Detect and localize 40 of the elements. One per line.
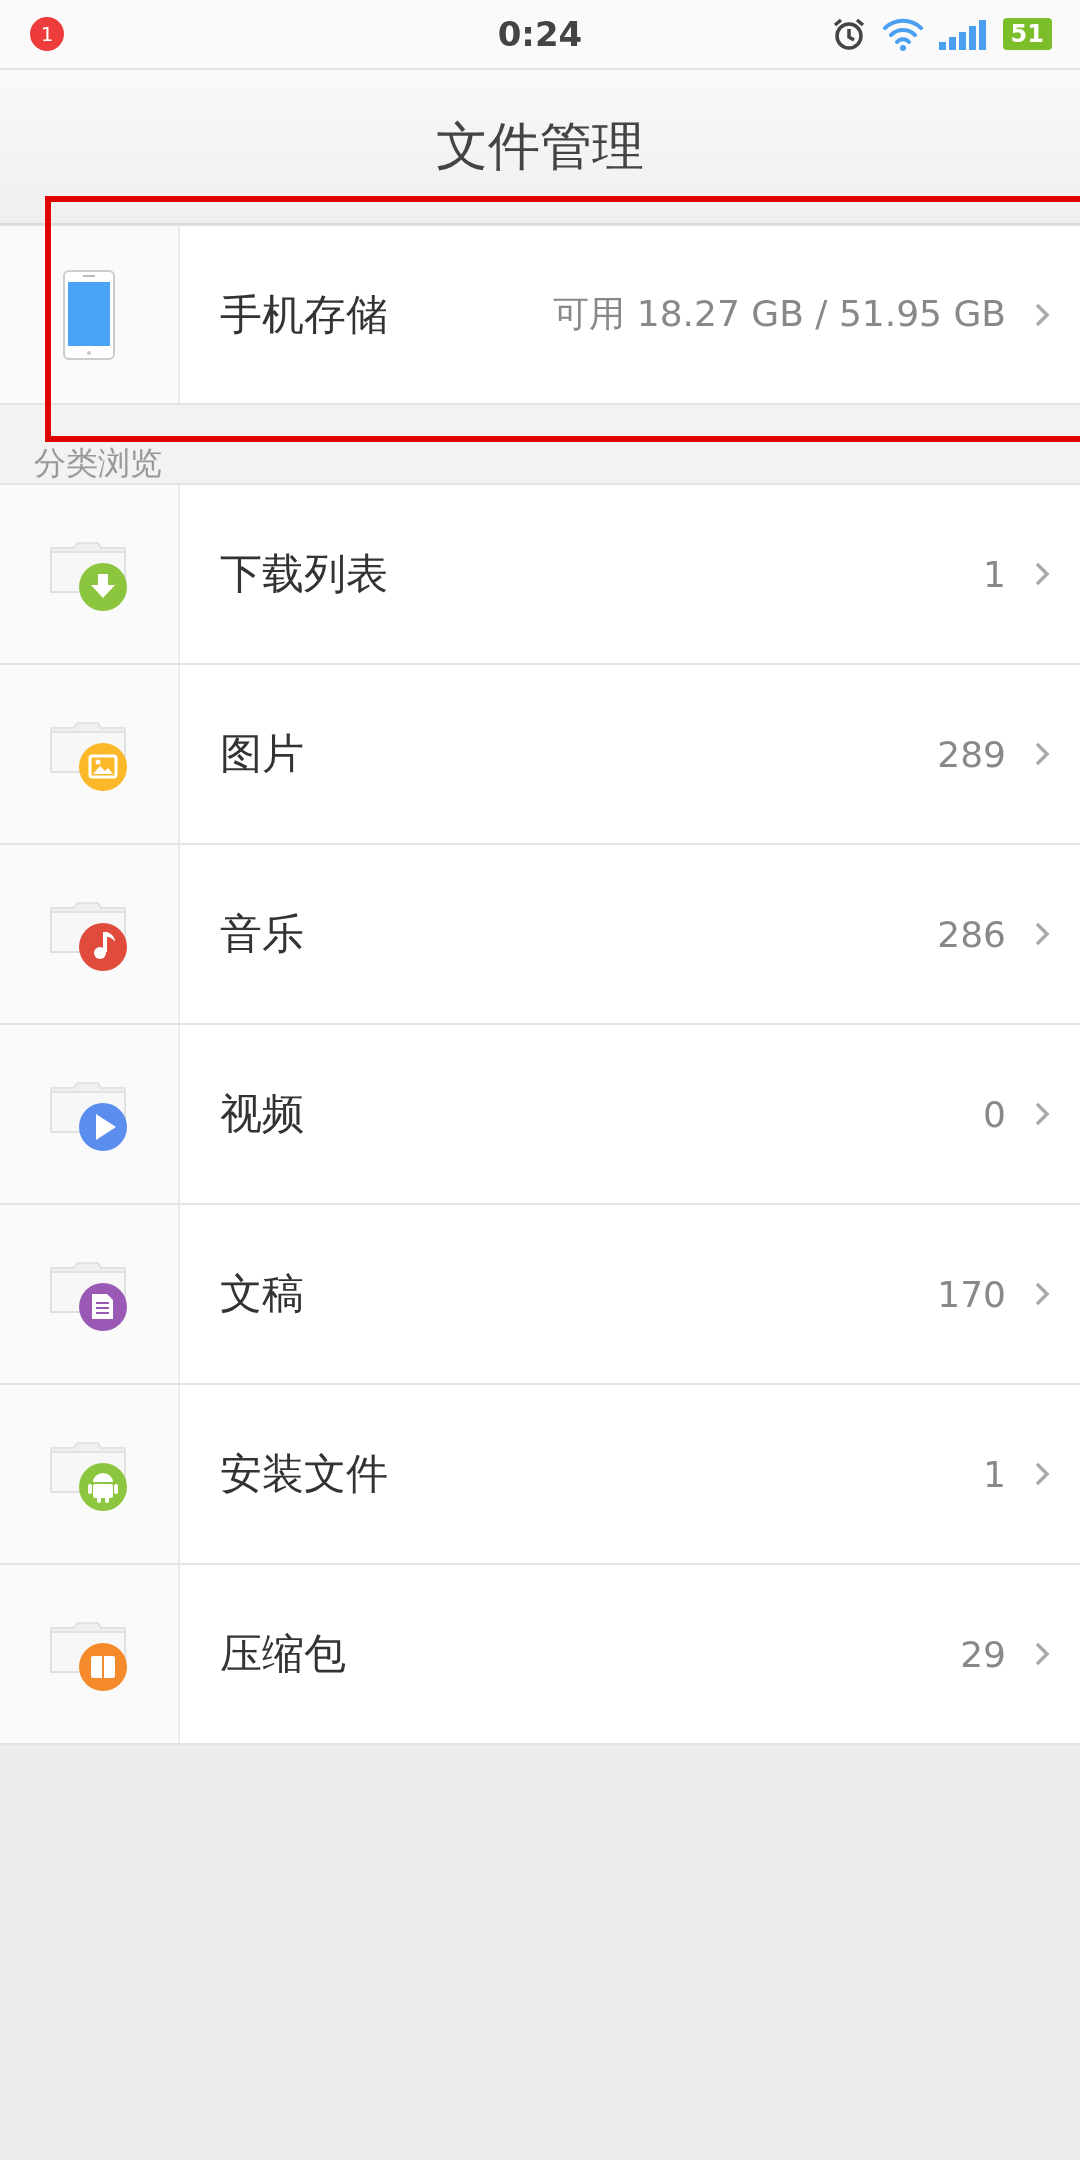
chevron-icon xyxy=(1034,1461,1050,1487)
item-count: 289 xyxy=(937,733,1006,775)
storage-info: 可用 18.27 GB / 51.95 GB xyxy=(553,292,1006,336)
section-label: 分类浏览 xyxy=(34,445,162,481)
chevron-icon xyxy=(1034,1281,1050,1307)
item-count: 170 xyxy=(937,1273,1006,1315)
category-row[interactable]: 视频 0 xyxy=(0,1025,1080,1205)
category-name: 下载列表 xyxy=(220,548,388,600)
category-name: 文稿 xyxy=(220,1268,304,1320)
chevron-icon xyxy=(1034,301,1050,328)
category-row[interactable]: 文稿 170 xyxy=(0,1205,1080,1385)
chevron-icon xyxy=(1034,741,1050,767)
category-name: 图片 xyxy=(220,728,304,780)
category-row[interactable]: 下载列表 1 xyxy=(0,485,1080,665)
chevron-icon xyxy=(1034,921,1050,947)
category-row[interactable]: 图片 289 xyxy=(0,665,1080,845)
category-row[interactable]: 压缩包 29 xyxy=(0,1565,1080,1745)
notification-badge: 1 xyxy=(30,17,64,51)
category-name: 音乐 xyxy=(220,908,304,960)
battery-level: 51 xyxy=(1002,18,1052,50)
storage-row[interactable]: 手机存储 可用 18.27 GB / 51.95 GB xyxy=(0,225,1080,405)
storage-name: 手机存储 xyxy=(220,288,388,341)
chevron-icon xyxy=(1034,1101,1050,1127)
clock-time: 0:24 xyxy=(497,14,583,54)
chevron-icon xyxy=(1034,561,1050,587)
page-title: 文件管理 xyxy=(436,114,644,178)
item-count: 0 xyxy=(983,1093,1006,1135)
item-count: 286 xyxy=(937,913,1006,955)
phone-icon xyxy=(63,269,115,360)
category-name: 视频 xyxy=(220,1088,304,1140)
item-count: 29 xyxy=(960,1633,1006,1675)
category-row[interactable]: 安装文件 1 xyxy=(0,1385,1080,1565)
item-count: 1 xyxy=(983,553,1006,595)
item-count: 1 xyxy=(983,1453,1006,1495)
chevron-icon xyxy=(1034,1641,1050,1667)
category-name: 安装文件 xyxy=(220,1448,388,1500)
category-row[interactable]: 音乐 286 xyxy=(0,845,1080,1025)
category-name: 压缩包 xyxy=(220,1628,346,1680)
signal-icon xyxy=(938,18,989,50)
wifi-icon xyxy=(880,16,925,52)
